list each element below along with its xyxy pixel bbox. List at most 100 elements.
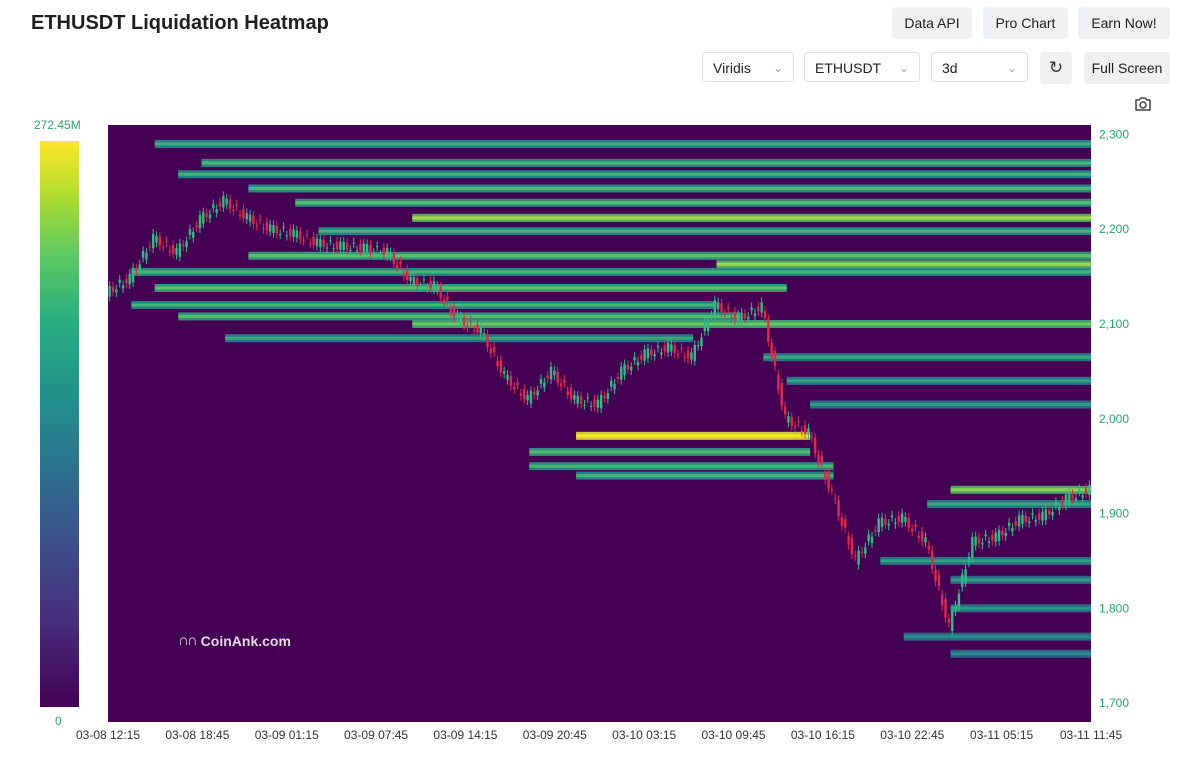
candle-body xyxy=(469,320,472,322)
candle-body xyxy=(516,382,519,385)
candle-body xyxy=(523,389,526,400)
candle-body xyxy=(579,396,583,405)
candle-body xyxy=(603,396,606,398)
candle-body xyxy=(1011,527,1014,532)
candle-body xyxy=(222,196,225,208)
candle-body xyxy=(646,348,650,359)
candle-body xyxy=(446,296,449,301)
candle-body xyxy=(733,311,737,321)
candle-body xyxy=(874,530,877,532)
x-tick-label: 03-09 14:15 xyxy=(433,728,497,742)
liquidation-band-core xyxy=(903,635,1091,639)
candle-body xyxy=(108,285,111,297)
y-tick-label: 1,800 xyxy=(1099,601,1129,615)
candle-body xyxy=(790,417,793,426)
candle-body xyxy=(1074,498,1078,501)
candle-body xyxy=(800,430,803,432)
candle-body xyxy=(125,278,128,284)
candle-body xyxy=(285,235,289,237)
liquidation-band-core xyxy=(178,172,1091,176)
candle-body xyxy=(660,352,663,355)
liquidation-band-core xyxy=(201,161,1092,165)
candle-body xyxy=(238,214,242,216)
candle-body xyxy=(192,232,195,238)
candle-body xyxy=(212,204,215,208)
candle-body xyxy=(961,573,964,587)
candle-body xyxy=(880,517,884,527)
x-tick-label: 03-10 09:45 xyxy=(702,728,766,742)
candle-body xyxy=(757,306,760,312)
heatmap-chart[interactable]: 2,300 2,200 2,100 2,000 1,900 1,800 1,700 03-08… xyxy=(0,0,1200,783)
candle-body xyxy=(810,436,814,438)
candle-body xyxy=(275,226,279,234)
candle-body xyxy=(202,212,205,224)
candle-body xyxy=(813,437,817,454)
candle-body xyxy=(365,244,369,252)
candle-body xyxy=(503,371,506,374)
candle-body xyxy=(676,354,680,356)
liquidation-band-core xyxy=(248,254,1091,258)
candle-body xyxy=(268,224,272,232)
candle-body xyxy=(870,536,874,544)
candle-body xyxy=(255,224,258,226)
candle-body xyxy=(185,241,188,248)
candle-body xyxy=(392,253,396,264)
candle-body xyxy=(332,248,335,250)
candle-body xyxy=(462,317,466,326)
candle-body xyxy=(402,272,406,277)
candle-body xyxy=(519,393,523,396)
candle-body xyxy=(248,214,252,222)
candle-body xyxy=(1064,494,1068,506)
candle-body xyxy=(309,243,312,245)
candle-body xyxy=(466,326,469,328)
candle-body xyxy=(820,455,824,464)
candle-body xyxy=(917,535,921,539)
candle-body xyxy=(1041,511,1044,521)
candle-body xyxy=(920,531,924,542)
candle-body xyxy=(422,279,426,281)
candle-body xyxy=(947,618,951,623)
candle-body xyxy=(713,300,717,317)
candle-body xyxy=(884,518,887,525)
candle-body xyxy=(630,366,633,371)
candle-body xyxy=(569,387,573,399)
candle-body xyxy=(683,356,686,358)
candle-body xyxy=(840,517,844,526)
candle-body xyxy=(1021,514,1024,524)
candle-body xyxy=(536,390,539,396)
candle-body xyxy=(981,542,984,545)
candle-body xyxy=(633,356,636,361)
candle-body xyxy=(686,350,690,359)
candle-body xyxy=(760,302,763,313)
candle-body xyxy=(830,489,834,491)
candle-body xyxy=(857,550,860,565)
candle-body xyxy=(803,425,807,434)
y-tick-label: 1,900 xyxy=(1099,507,1129,521)
candle-body xyxy=(610,380,613,387)
candle-body xyxy=(128,273,131,285)
liquidation-band-core xyxy=(131,270,1091,274)
candle-body xyxy=(355,250,359,252)
liquidation-band-core xyxy=(950,606,1091,610)
candle-body xyxy=(991,534,994,541)
candle-body xyxy=(171,245,175,254)
candle-body xyxy=(727,307,730,309)
candle-body xyxy=(596,399,600,408)
candle-body xyxy=(780,383,783,406)
candle-body xyxy=(486,334,489,348)
candle-body xyxy=(1088,485,1091,495)
candle-body xyxy=(242,209,245,219)
candle-body xyxy=(620,366,623,380)
candle-body xyxy=(723,312,727,314)
candle-body xyxy=(349,249,352,251)
candle-body xyxy=(396,264,399,268)
candle-body xyxy=(499,359,503,373)
candle-body xyxy=(867,534,870,541)
candle-body xyxy=(957,593,961,607)
candle-body xyxy=(245,213,248,220)
candle-body xyxy=(509,375,513,386)
candle-body xyxy=(325,247,329,249)
candle-body xyxy=(827,473,830,489)
candle-body xyxy=(680,347,683,349)
candle-body xyxy=(235,204,238,206)
